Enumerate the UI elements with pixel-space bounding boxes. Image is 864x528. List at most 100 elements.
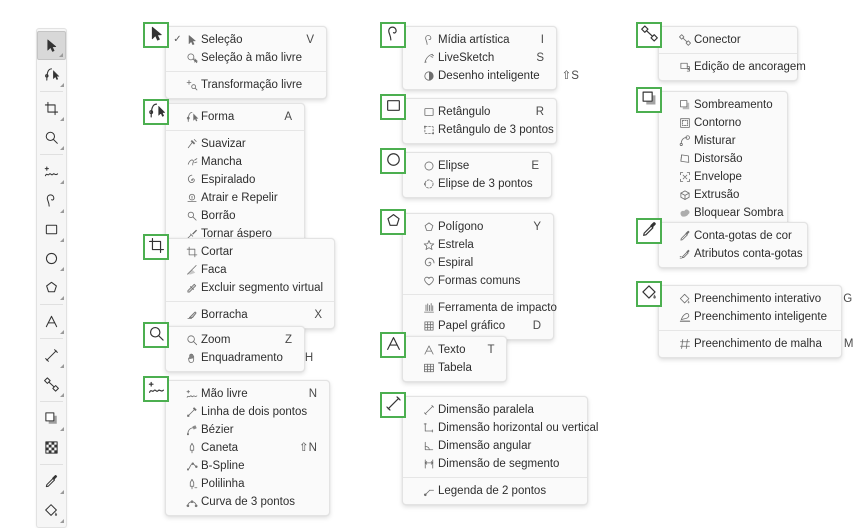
flyout-anchor-poligono[interactable] — [380, 209, 406, 235]
menu-item[interactable]: Cortar — [166, 243, 334, 261]
toolbar-item-connector-tool[interactable] — [37, 370, 66, 399]
flyout-arrow-icon[interactable] — [60, 393, 64, 397]
menu-item[interactable]: Bloquear Sombra — [659, 204, 787, 222]
flyout-anchor-elipse[interactable] — [380, 148, 406, 174]
menu-item[interactable]: Dimensão angular — [403, 437, 587, 455]
flyout-anchor-conta-gotas[interactable] — [636, 218, 662, 244]
menu-item[interactable]: Zoom Z — [166, 331, 304, 349]
flyout-arrow-icon[interactable] — [59, 53, 63, 57]
menu-item[interactable]: Espiral — [403, 254, 553, 272]
menu-item[interactable]: Dimensão horizontal ou vertical — [403, 419, 598, 437]
menu-item[interactable]: Preenchimento inteligente — [659, 308, 841, 326]
menu-item[interactable]: Caneta ⇧N — [166, 439, 329, 457]
flyout-arrow-icon[interactable] — [60, 209, 64, 213]
menu-item[interactable]: Conector — [659, 31, 797, 49]
flyout-panel-elipse[interactable]: Elipse E Elipse de 3 pontos — [402, 152, 552, 198]
flyout-anchor-cortar[interactable] — [143, 234, 169, 260]
toolbar-item-transparency-tool[interactable] — [37, 433, 66, 462]
menu-item[interactable]: Mão livre N — [166, 385, 329, 403]
flyout-panel-dimensao[interactable]: Dimensão paralela Dimensão horizontal ou … — [402, 396, 598, 505]
menu-item[interactable]: Retângulo R — [403, 103, 556, 121]
menu-item[interactable]: Elipse de 3 pontos — [403, 175, 551, 193]
flyout-panel-selecao[interactable]: ✓ Seleção V Seleção à mão livre Transformaçã… — [165, 26, 327, 99]
menu-item[interactable]: Dimensão de segmento — [403, 455, 587, 473]
menu-item[interactable]: Borrão — [166, 207, 304, 225]
menu-item[interactable]: Enquadramento H — [166, 349, 313, 367]
flyout-anchor-retangulo[interactable] — [380, 94, 406, 120]
menu-item[interactable]: Texto T — [403, 341, 506, 359]
menu-item[interactable]: Suavizar — [166, 135, 304, 153]
flyout-panel-conta-gotas[interactable]: Conta-gotas de cor Atributos conta-gotas — [658, 222, 808, 268]
flyout-panel-forma[interactable]: Forma A Suavizar Mancha Espiralado Atrair e R… — [165, 103, 305, 248]
menu-item[interactable]: B-Spline — [166, 457, 329, 475]
toolbar-item-rectangle-tool[interactable] — [37, 215, 66, 244]
menu-item[interactable]: Papel gráfico D — [403, 317, 553, 335]
flyout-anchor-preenchimento[interactable] — [636, 281, 662, 307]
flyout-anchor-texto[interactable] — [380, 332, 406, 358]
menu-item[interactable]: Linha de dois pontos — [166, 403, 329, 421]
flyout-anchor-forma[interactable] — [143, 99, 169, 125]
flyout-panel-preenchimento[interactable]: Preenchimento interativo G Preenchimento i… — [658, 285, 853, 358]
toolbar-item-shape-tool[interactable] — [37, 60, 66, 89]
menu-item[interactable]: Estrela — [403, 236, 553, 254]
menu-item[interactable]: Dimensão paralela — [403, 401, 587, 419]
flyout-arrow-icon[interactable] — [60, 146, 64, 150]
flyout-arrow-icon[interactable] — [60, 427, 64, 431]
menu-item[interactable]: Bézier — [166, 421, 329, 439]
menu-item[interactable]: Elipse E — [403, 157, 551, 175]
menu-item[interactable]: Faca — [166, 261, 334, 279]
menu-item[interactable]: Distorsão — [659, 150, 787, 168]
flyout-panel-poligono[interactable]: Polígono Y Estrela Espiral Formas comuns Ferr… — [402, 213, 557, 340]
menu-item[interactable]: Tabela — [403, 359, 506, 377]
menu-item[interactable]: Forma A — [166, 108, 304, 126]
flyout-panel-midia-artistica[interactable]: Mídia artística I LiveSketch S Desenho intel… — [402, 26, 579, 90]
menu-item[interactable]: Preenchimento interativo G — [659, 290, 852, 308]
toolbox[interactable] — [36, 28, 67, 528]
toolbar-item-crop-tool[interactable] — [37, 94, 66, 123]
flyout-arrow-icon[interactable] — [60, 296, 64, 300]
toolbar-item-color-eyedropper-tool[interactable] — [37, 467, 66, 496]
menu-item[interactable]: Seleção à mão livre — [166, 49, 326, 67]
flyout-anchor-sombreamento[interactable] — [636, 87, 662, 113]
flyout-panel-sombreamento[interactable]: Sombreamento Contorno Misturar Distorsão Env… — [658, 91, 788, 227]
toolbar-item-dimension-tool[interactable] — [37, 341, 66, 370]
menu-item[interactable]: Borracha X — [166, 306, 334, 324]
menu-item[interactable]: Sombreamento — [659, 96, 787, 114]
flyout-arrow-icon[interactable] — [60, 83, 64, 87]
flyout-arrow-icon[interactable] — [60, 267, 64, 271]
menu-item[interactable]: Formas comuns — [403, 272, 553, 290]
flyout-panel-zoom[interactable]: Zoom Z Enquadramento H — [165, 326, 313, 372]
flyout-arrow-icon[interactable] — [60, 117, 64, 121]
toolbar-item-freehand-tool[interactable] — [37, 157, 66, 186]
toolbar-item-polygon-tool[interactable] — [37, 273, 66, 302]
menu-item[interactable]: Extrusão — [659, 186, 787, 204]
toolbar-item-zoom-tool[interactable] — [37, 123, 66, 152]
flyout-panel-conector[interactable]: Conector Edição de ancoragem — [658, 26, 806, 81]
toolbar-item-text-tool[interactable] — [37, 307, 66, 336]
flyout-arrow-icon[interactable] — [60, 180, 64, 184]
menu-item[interactable]: Edição de ancoragem — [659, 58, 806, 76]
flyout-arrow-icon[interactable] — [60, 364, 64, 368]
flyout-arrow-icon[interactable] — [60, 490, 64, 494]
menu-item[interactable]: Ferramenta de impacto — [403, 299, 557, 317]
flyout-arrow-icon[interactable] — [60, 330, 64, 334]
flyout-anchor-selecao[interactable] — [143, 22, 169, 48]
menu-item[interactable]: Legenda de 2 pontos — [403, 482, 587, 500]
flyout-panel-texto[interactable]: Texto T Tabela — [402, 336, 507, 382]
flyout-anchor-mao-livre[interactable] — [143, 376, 169, 402]
menu-item[interactable]: Preenchimento de malha M — [659, 335, 853, 353]
flyout-anchor-midia-artistica[interactable] — [380, 22, 406, 48]
toolbar-item-ellipse-tool[interactable] — [37, 244, 66, 273]
menu-item[interactable]: Polilinha — [166, 475, 329, 493]
toolbar-item-artistic-media-tool[interactable] — [37, 186, 66, 215]
menu-item[interactable]: Mídia artística I — [403, 31, 556, 49]
menu-item[interactable]: Contorno — [659, 114, 787, 132]
flyout-panel-retangulo[interactable]: Retângulo R Retângulo de 3 pontos — [402, 98, 557, 144]
flyout-anchor-conector[interactable] — [636, 22, 662, 48]
menu-item[interactable]: Misturar — [659, 132, 787, 150]
flyout-anchor-dimensao[interactable] — [380, 392, 406, 418]
flyout-arrow-icon[interactable] — [60, 238, 64, 242]
flyout-arrow-icon[interactable] — [60, 519, 64, 523]
toolbar-item-pick-tool[interactable] — [37, 31, 66, 60]
flyout-panel-mao-livre[interactable]: Mão livre N Linha de dois pontos Bézier Cane… — [165, 380, 330, 516]
